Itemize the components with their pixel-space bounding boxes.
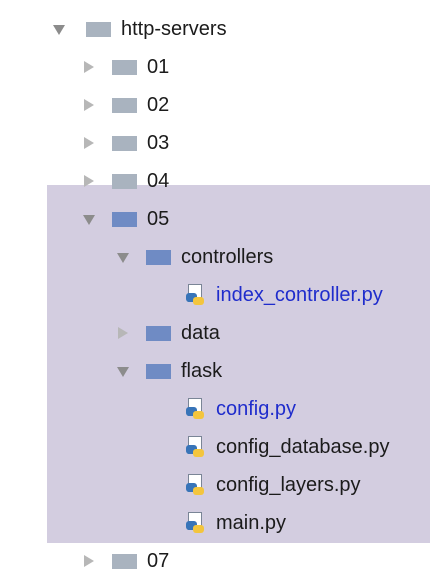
tree-row-folder-03[interactable]: 03	[82, 124, 169, 162]
file-label: config_database.py	[216, 435, 390, 458]
folder-label: 03	[147, 131, 170, 154]
python-file-icon	[184, 283, 208, 307]
chevron-right-icon[interactable]	[82, 554, 96, 568]
python-file-icon	[184, 397, 208, 421]
folder-label: flask	[181, 359, 223, 382]
file-label: main.py	[216, 511, 287, 534]
folder-label: 02	[147, 93, 170, 116]
folder-icon	[112, 173, 137, 189]
python-file-icon	[184, 435, 208, 459]
chevron-right-icon[interactable]	[116, 326, 130, 340]
folder-label: data	[181, 321, 220, 344]
folder-label: controllers	[181, 245, 274, 268]
tree-row-root[interactable]: http-servers	[52, 10, 227, 48]
chevron-right-icon[interactable]	[82, 136, 96, 150]
chevron-right-icon[interactable]	[82, 60, 96, 74]
tree-row-file-index-controller[interactable]: index_controller.py	[184, 276, 383, 314]
chevron-down-icon[interactable]	[116, 364, 130, 378]
chevron-down-icon[interactable]	[52, 22, 66, 36]
tree-row-folder-02[interactable]: 02	[82, 86, 169, 124]
folder-label: 04	[147, 169, 170, 192]
folder-icon	[146, 363, 171, 379]
folder-icon	[112, 59, 137, 75]
file-label: config.py	[216, 397, 297, 420]
file-label: config_layers.py	[216, 473, 361, 496]
project-tree: http-servers 01 02 03 04 05 controllers …	[0, 0, 445, 583]
chevron-right-icon[interactable]	[82, 174, 96, 188]
folder-icon	[86, 21, 111, 37]
tree-row-folder-controllers[interactable]: controllers	[116, 238, 273, 276]
folder-icon	[112, 97, 137, 113]
folder-icon	[146, 325, 171, 341]
folder-label: 05	[147, 207, 170, 230]
tree-row-folder-data[interactable]: data	[116, 314, 220, 352]
tree-row-file-main[interactable]: main.py	[184, 504, 286, 542]
tree-row-file-config[interactable]: config.py	[184, 390, 296, 428]
folder-label: 01	[147, 55, 170, 78]
folder-icon	[112, 211, 137, 227]
chevron-down-icon[interactable]	[82, 212, 96, 226]
python-file-icon	[184, 473, 208, 497]
tree-label-root: http-servers	[121, 17, 227, 40]
tree-row-folder-04[interactable]: 04	[82, 162, 169, 200]
tree-row-folder-05[interactable]: 05	[82, 200, 169, 238]
tree-row-file-config-database[interactable]: config_database.py	[184, 428, 389, 466]
folder-label: 07	[147, 549, 170, 572]
python-file-icon	[184, 511, 208, 535]
folder-icon	[112, 135, 137, 151]
chevron-down-icon[interactable]	[116, 250, 130, 264]
tree-row-file-config-layers[interactable]: config_layers.py	[184, 466, 361, 504]
folder-icon	[146, 249, 171, 265]
tree-row-folder-07[interactable]: 07	[82, 542, 169, 580]
tree-row-folder-01[interactable]: 01	[82, 48, 169, 86]
tree-row-folder-flask[interactable]: flask	[116, 352, 222, 390]
file-label: index_controller.py	[216, 283, 383, 306]
folder-icon	[112, 553, 137, 569]
chevron-right-icon[interactable]	[82, 98, 96, 112]
